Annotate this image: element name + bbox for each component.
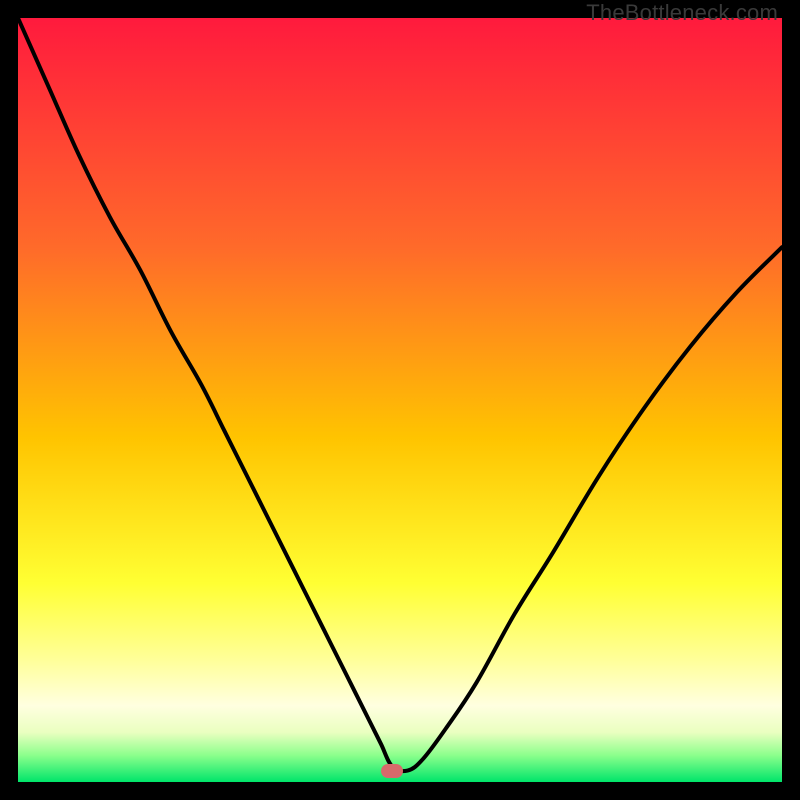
chart-frame: TheBottleneck.com [0,0,800,800]
curve-line [18,18,782,782]
watermark-text: TheBottleneck.com [586,0,778,26]
plot-area [18,18,782,782]
minimum-marker [381,764,403,778]
